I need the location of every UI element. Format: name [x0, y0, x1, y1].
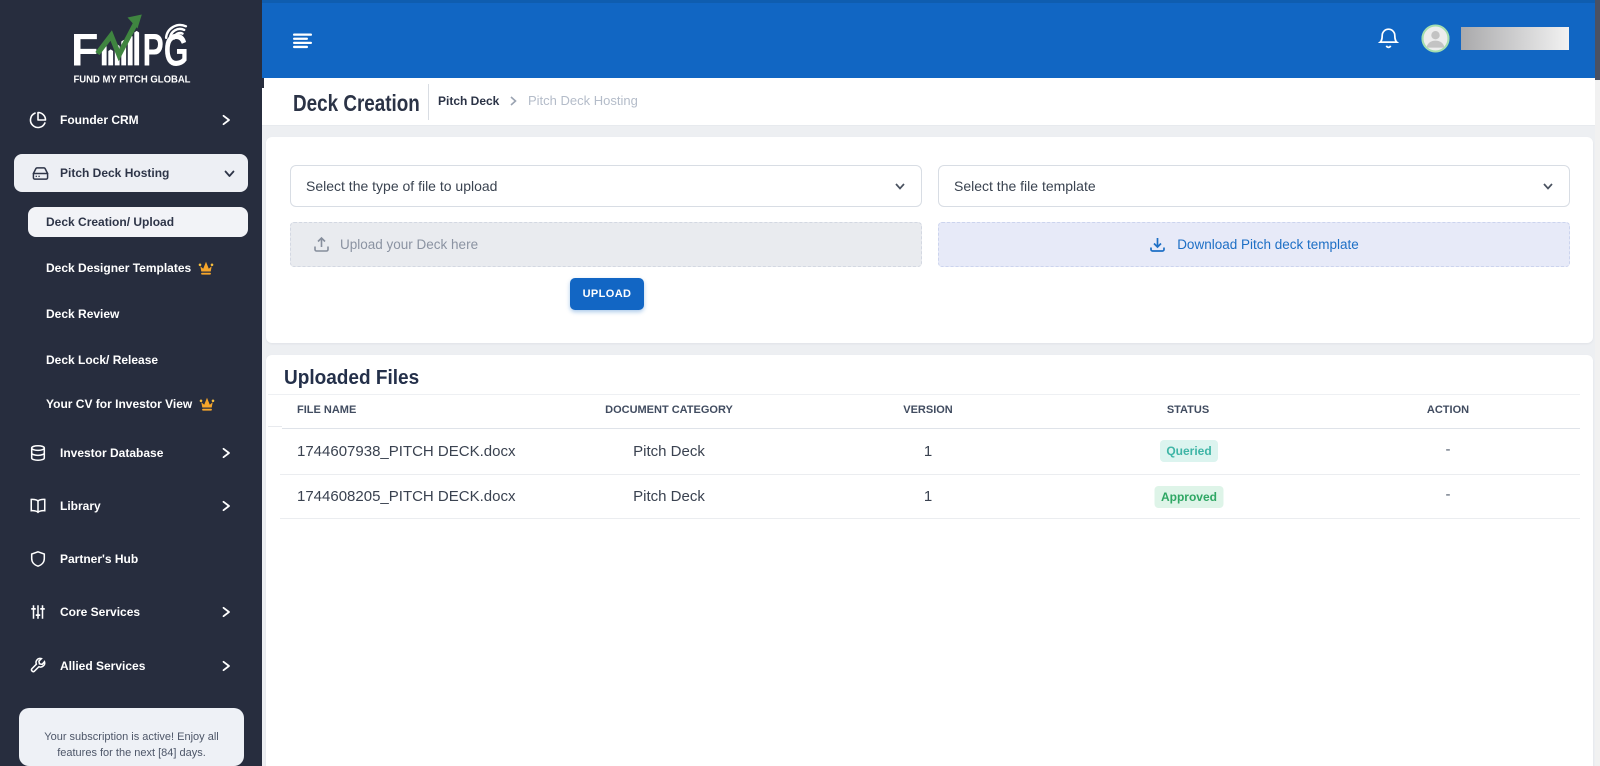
svg-text:F: F [71, 24, 99, 75]
svg-text:FUND MY PITCH GLOBAL: FUND MY PITCH GLOBAL [74, 75, 192, 86]
